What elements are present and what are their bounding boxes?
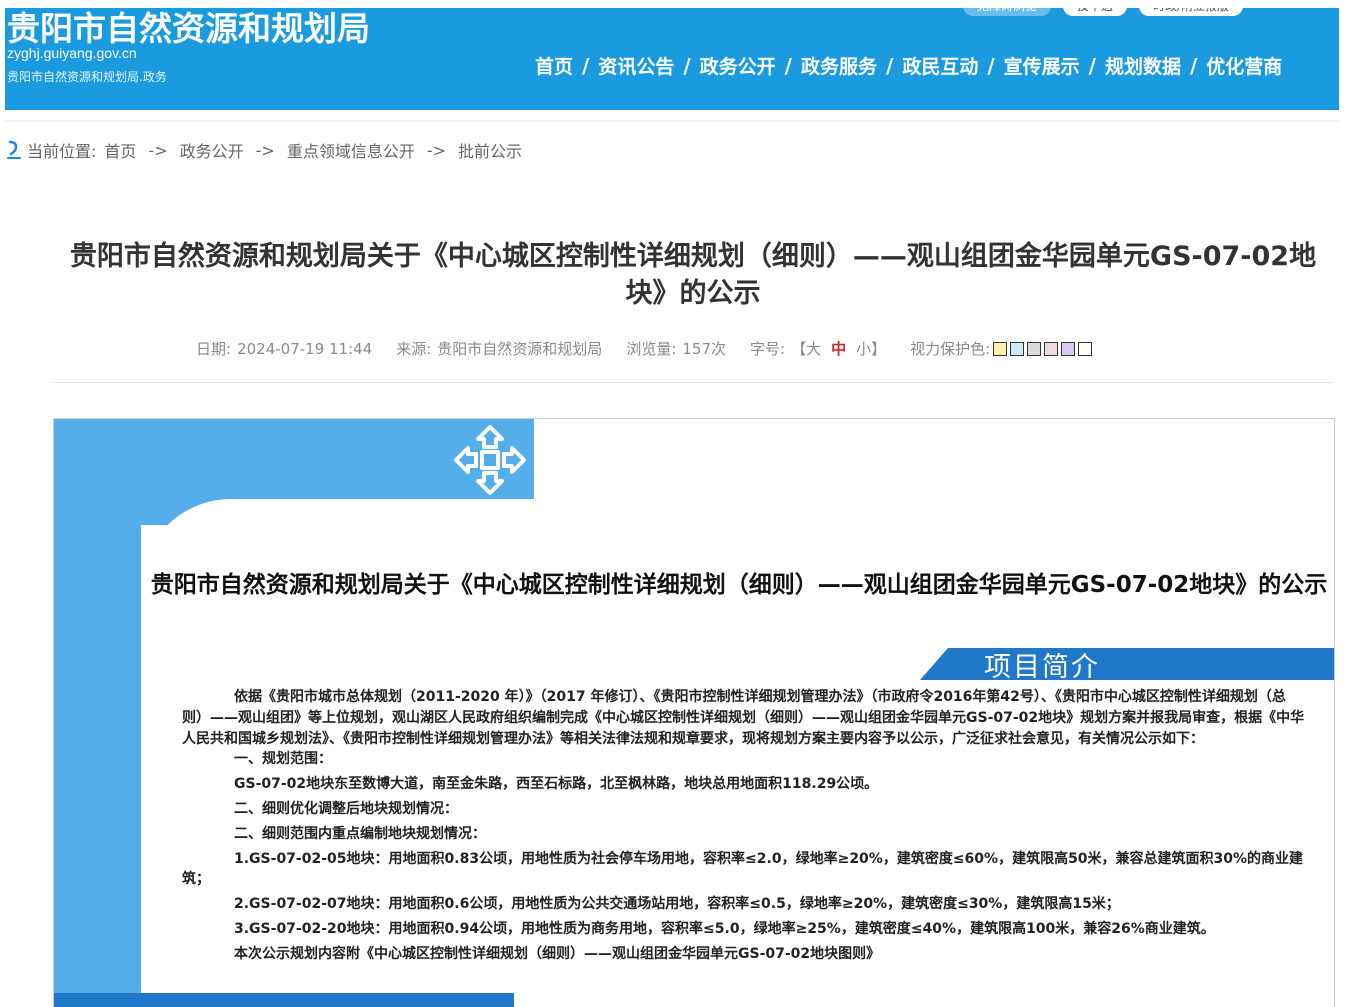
notice-body: 依据《贵阳市城市总体规划（2011-2020 年）》（2017 年修订）、《贵阳… — [182, 687, 1306, 965]
notice-poster-image: 贵阳市自然资源和规划局关于《中心城区控制性详细规划（细则）——观山组团金华园单元… — [53, 418, 1335, 1007]
section-banner: 项目简介 — [920, 648, 1334, 680]
attachment-note: 本次公示规划内容附《中心城区控制性详细规划（细则）——观山组团金华园单元GS-0… — [234, 945, 881, 962]
breadcrumb-gov-affairs[interactable]: 政务公开 — [180, 138, 244, 162]
breadcrumb-home[interactable]: 首页 — [104, 138, 136, 162]
poster-bottom-bar — [54, 993, 514, 1007]
nav-separator: / — [784, 53, 792, 78]
nav-separator: / — [683, 53, 691, 78]
eye-color-swatch[interactable] — [1010, 341, 1025, 356]
meta-divider — [53, 382, 1333, 383]
site-domain: zyghj.guiyang.gov.cn — [7, 45, 137, 61]
eye-color-swatch[interactable] — [1078, 341, 1093, 356]
view-count: 157次 — [682, 340, 727, 358]
nav-planning-data[interactable]: 规划数据 — [1105, 52, 1181, 79]
section-title: 项目简介 — [984, 652, 1100, 683]
eye-color-swatch[interactable] — [1027, 341, 1042, 356]
breadcrumb-arrow: -> — [148, 140, 168, 160]
poster-title: 贵阳市自然资源和规划局关于《中心城区控制性详细规划（细则）——观山组团金华园单元… — [150, 572, 1328, 598]
poster-edge — [1330, 419, 1333, 547]
font-size-label: 字号: — [750, 340, 786, 358]
breadcrumb-bar: 当前位置: 首页 -> 政务公开 -> 重点领域信息公开 -> 批前公示 — [5, 120, 1339, 182]
source-label: 来源: — [396, 340, 432, 358]
font-size-medium[interactable]: 中 — [831, 338, 846, 359]
nav-publicity[interactable]: 宣传展示 — [1004, 52, 1080, 79]
nav-services[interactable]: 政务服务 — [801, 52, 877, 79]
article-source: 贵阳市自然资源和规划局 — [437, 340, 603, 358]
nav-business[interactable]: 优化营商 — [1206, 52, 1282, 79]
article-date: 2024-07-19 11:44 — [237, 339, 373, 358]
nav-home[interactable]: 首页 — [535, 52, 573, 79]
eye-color-swatch[interactable] — [1061, 341, 1076, 356]
nav-separator: / — [987, 53, 995, 78]
plot-item: 2.GS-07-02-07地块：用地面积0.6公顷，用地性质为公共交通场站用地，… — [234, 896, 1120, 913]
scope-text: GS-07-02地块东至数博大道，南至金朱路，西至石标路，北至枫林路，地块总用地… — [234, 776, 879, 793]
article-title: 贵阳市自然资源和规划局关于《中心城区控制性详细规划（细则）——观山组团金华园单元… — [69, 241, 1317, 309]
top-tab-2[interactable]: 投中遇 — [1063, 8, 1128, 16]
breadcrumb-arrow: -> — [426, 140, 447, 160]
emblem-icon — [454, 425, 526, 495]
location-icon — [7, 140, 21, 159]
nav-separator: / — [582, 53, 590, 78]
eye-color-swatch[interactable] — [1044, 341, 1059, 356]
top-tab-3[interactable]: 时政/附立报版 — [1139, 8, 1244, 16]
nav-separator: / — [1088, 53, 1096, 78]
date-label: 日期: — [196, 340, 232, 358]
nav-separator: / — [886, 53, 894, 78]
eye-protect-label: 视力保护色: — [910, 340, 991, 358]
views-label: 浏览量: — [626, 340, 677, 358]
breadcrumb-arrow: -> — [255, 140, 275, 160]
breadcrumb: 当前位置: 首页 -> 政务公开 -> 重点领域信息公开 -> 批前公示 — [7, 138, 522, 162]
eye-color-swatch[interactable] — [993, 341, 1008, 356]
plot-item: 1.GS-07-02-05地块：用地面积0.83公顷，用地性质为社会停车场用地，… — [182, 850, 1304, 888]
breadcrumb-key-areas[interactable]: 重点领域信息公开 — [287, 138, 415, 162]
nav-separator: / — [1189, 53, 1198, 78]
breadcrumb-pre-approval[interactable]: 批前公示 — [458, 138, 522, 162]
nav-gov-affairs[interactable]: 政务公开 — [700, 52, 776, 79]
site-subtitle: 贵阳市自然资源和规划局.政务 — [7, 70, 167, 84]
font-size-small[interactable]: 小】 — [856, 338, 886, 359]
section-heading: 二、细则优化调整后地块规划情况： — [234, 800, 458, 817]
nav-interaction[interactable]: 政民互动 — [902, 52, 978, 79]
intro-paragraph: 依据《贵阳市城市总体规划（2011-2020 年）》（2017 年修订）、《贵阳… — [182, 689, 1305, 747]
article-meta: 日期: 2024-07-19 11:44 来源: 贵阳市自然资源和规划局 浏览量… — [196, 338, 1093, 359]
site-title[interactable]: 贵阳市自然资源和规划局 — [7, 8, 370, 50]
site-header: 贵阳市自然资源和规划局 zyghj.guiyang.gov.cn 贵阳市自然资源… — [5, 8, 1339, 110]
accessibility-tab[interactable]: 无障碍浏览 — [963, 8, 1052, 16]
section-heading: 二、细则范围内重点编制地块规划情况： — [234, 825, 486, 842]
top-tabs: 无障碍浏览 投中遇 时政/附立报版 — [963, 8, 1244, 16]
font-size-large[interactable]: 【大 — [791, 338, 821, 359]
section-heading: 一、规划范围： — [234, 751, 332, 768]
plot-item: 3.GS-07-02-20地块：用地面积0.94公顷，用地性质为商务用地，容积率… — [234, 920, 1215, 937]
nav-news[interactable]: 资讯公告 — [598, 52, 674, 79]
breadcrumb-label: 当前位置: — [27, 142, 97, 161]
main-nav: 首页 / 资讯公告 / 政务公开 / 政务服务 / 政民互动 / 宣传展示 / … — [535, 52, 1282, 79]
